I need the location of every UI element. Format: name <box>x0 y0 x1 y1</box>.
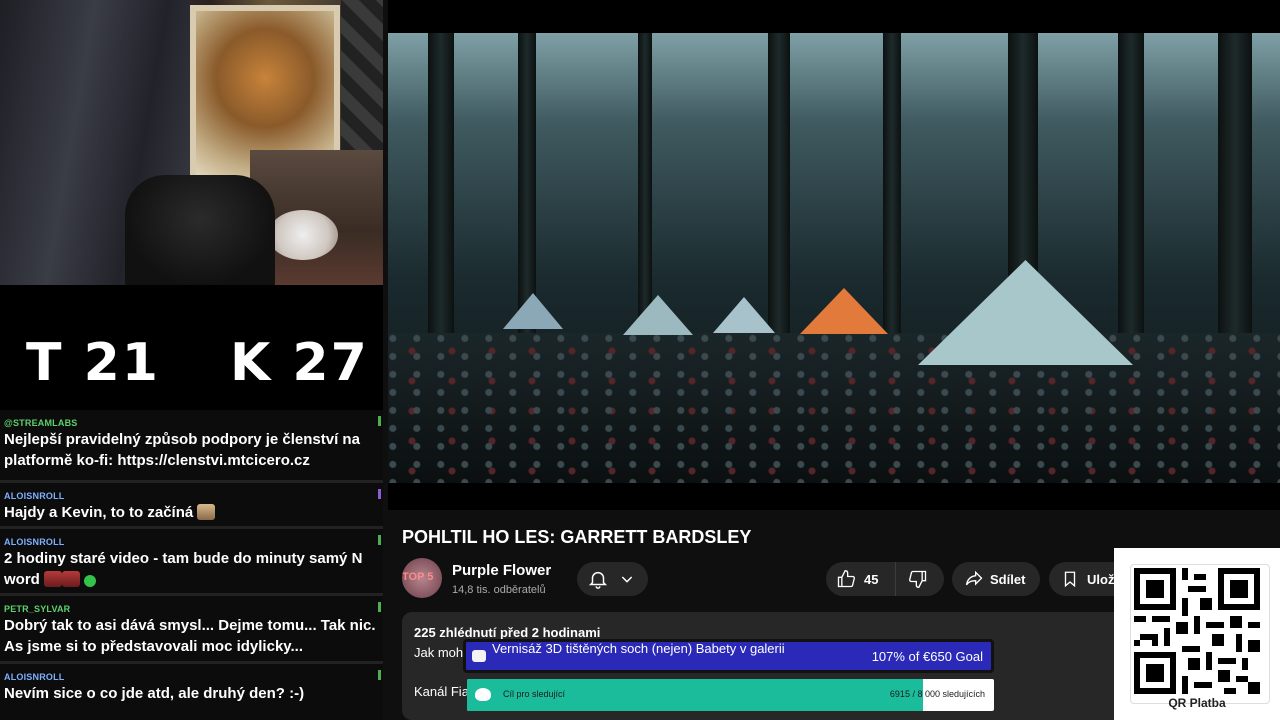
blood-emote-icon <box>62 571 81 587</box>
chat-author: ALOISNROLL <box>4 672 65 682</box>
video-player[interactable] <box>388 0 1280 510</box>
thumbs-down-icon <box>908 570 927 589</box>
channel-subscribers: 14,8 tis. odběratelů <box>452 584 546 596</box>
face-emote-icon <box>197 504 216 520</box>
blood-emote-icon <box>44 571 63 587</box>
stream-layout: T 21 K 27 @STREAMLABS Nejlepší pravideln… <box>0 0 1280 720</box>
like-button[interactable]: 45 <box>826 562 896 596</box>
score-t: T 21 <box>26 333 160 393</box>
chat-marker <box>378 489 381 499</box>
chat-message: PETR_SYLVAR Dobrý tak to asi dává smysl.… <box>0 596 383 664</box>
chat-text: Dobrý tak to asi dává smysl... Dejme tom… <box>4 617 376 655</box>
tent <box>623 295 693 335</box>
save-icon <box>1064 571 1076 588</box>
like-dislike-group: 45 <box>826 562 944 596</box>
tent <box>503 293 563 329</box>
chat-text-row: 2 hodiny staré video - tam bude do minut… <box>4 548 379 590</box>
chat-marker <box>378 670 381 680</box>
kofi-cup-icon <box>472 650 486 662</box>
share-label: Sdílet <box>990 571 1026 587</box>
subscription-bell-button[interactable] <box>577 562 648 596</box>
description-line: Kanál Fia <box>414 684 469 699</box>
forest-tree <box>428 33 454 363</box>
video-frame[interactable] <box>388 33 1280 483</box>
chevron-down-icon <box>621 576 633 583</box>
chat-marker <box>378 535 381 545</box>
qr-code-icon <box>1134 568 1260 694</box>
follower-goal-count: 6915 / 8 000 sledujících <box>889 689 985 699</box>
forest-floor <box>388 333 1280 483</box>
tent <box>713 297 775 333</box>
chat-author: @STREAMLABS <box>4 418 78 428</box>
bell-icon <box>588 571 608 589</box>
channel-avatar[interactable]: TOP 5 <box>402 558 442 598</box>
qr-caption: QR Platba <box>1168 696 1226 710</box>
follower-goal-label: Cíl pro sledující <box>503 689 566 699</box>
chat-author: PETR_SYLVAR <box>4 604 71 614</box>
chat-message: ALOISNROLL Hajdy a Kevin, to to začíná <box>0 483 383 529</box>
chat-text: Nevím sice o co jde atd, ale druhý den? … <box>4 685 305 702</box>
qr-payment-card: QR Platba <box>1114 548 1280 720</box>
like-count: 45 <box>864 571 879 587</box>
video-title: POHLTIL HO LES: GARRETT BARDSLEY <box>402 527 752 547</box>
chat-author: ALOISNROLL <box>4 537 65 547</box>
chat-panel: @STREAMLABS Nejlepší pravidelný způsob p… <box>0 410 383 720</box>
tent <box>918 260 1133 365</box>
follower-goal-bar: Cíl pro sledující 6915 / 8 000 sledující… <box>467 679 994 711</box>
save-label: Ulož <box>1087 571 1115 587</box>
chat-text: Nejlepší pravidelný způsob podpory je čl… <box>4 431 360 469</box>
score-k: K 27 <box>230 333 369 393</box>
thumbs-up-icon <box>837 569 856 588</box>
webcam-chair <box>125 175 275 285</box>
webcam-bowl <box>268 210 338 260</box>
description-line: Jak moh <box>414 645 464 660</box>
chat-text: Hajdy a Kevin, to to začíná <box>4 504 194 521</box>
chat-marker <box>378 416 381 426</box>
channel-name[interactable]: Purple Flower <box>452 562 551 579</box>
dislike-button[interactable] <box>896 569 928 589</box>
share-button[interactable]: Sdílet <box>952 562 1040 596</box>
forest-tree <box>1218 33 1252 363</box>
chat-message: @STREAMLABS Nejlepší pravidelný způsob p… <box>0 410 383 483</box>
goal-title: Vernisáž 3D tištěných soch (nejen) Babet… <box>492 641 785 656</box>
donation-goal-bar: Vernisáž 3D tištěných soch (nejen) Babet… <box>463 639 994 673</box>
video-meta: 225 zhlédnutí před 2 hodinami <box>414 625 601 640</box>
chat-message: ALOISNROLL Nevím sice o co jde atd, ale … <box>0 664 383 710</box>
share-icon <box>965 570 983 586</box>
forest-tree <box>638 33 652 333</box>
forest-tree <box>883 33 901 333</box>
goal-amount: 107% of €650 Goal <box>871 649 983 664</box>
channel-avatar-text: TOP 5 <box>402 571 434 583</box>
chat-text-row: Hajdy a Kevin, to to začíná <box>4 502 379 523</box>
webcam-feed <box>0 0 383 285</box>
tent <box>800 288 888 334</box>
chat-message: ALOISNROLL 2 hodiny staré video - tam bu… <box>0 529 383 596</box>
forest-tree <box>768 33 790 353</box>
frog-emote-icon <box>84 575 97 587</box>
forest-tree <box>1118 33 1144 353</box>
chat-marker <box>378 602 381 612</box>
score-panel: T 21 K 27 <box>0 285 383 410</box>
chat-author: ALOISNROLL <box>4 491 65 501</box>
heart-icon <box>475 688 491 701</box>
